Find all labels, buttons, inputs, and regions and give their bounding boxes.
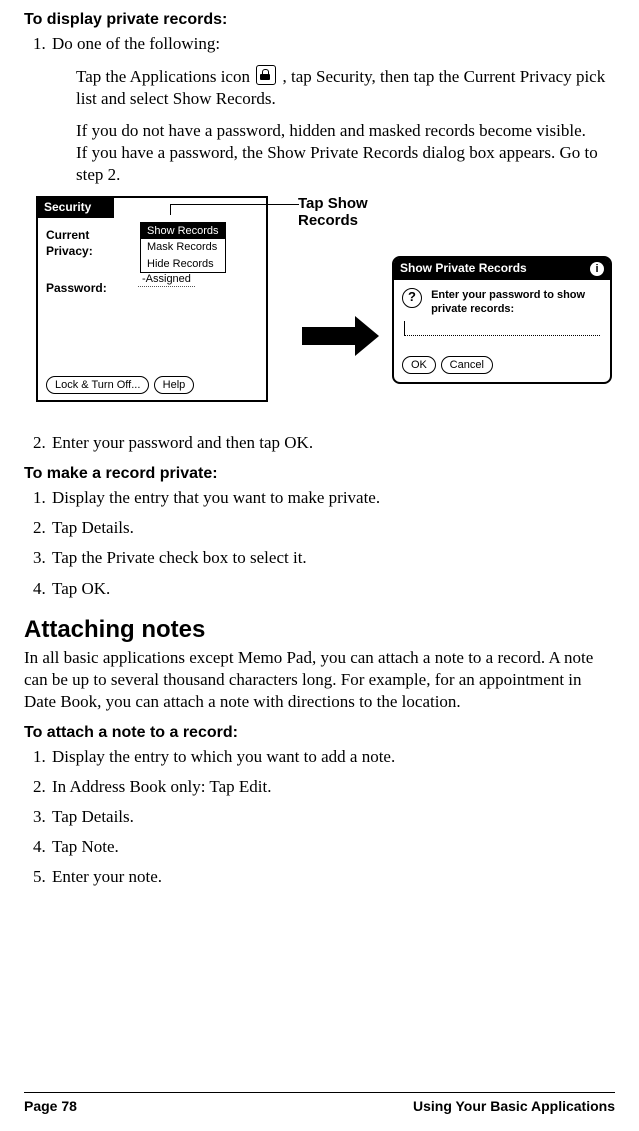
substep-1b: If you do not have a password, hidden an… [76,120,615,186]
callout-line1: Tap Show [298,196,368,213]
steps-make-private: Display the entry that you want to make … [24,487,615,599]
an-step-3: Tap Details. [50,806,615,828]
an-step-2: In Address Book only: Tap Edit. [50,776,615,798]
ok-button[interactable]: OK [402,356,436,374]
mp-step-4: Tap OK. [50,578,615,600]
figure: Security Current Privacy: Show Records M… [36,196,615,416]
password-value[interactable]: -Assigned [138,272,195,287]
step-2: Enter your password and then tap OK. [50,432,615,454]
an-step-1: Display the entry to which you want to a… [50,746,615,768]
picklist-mask[interactable]: Mask Records [141,239,225,255]
steps-display-private: Do one of the following: [24,33,615,55]
manual-page: To display private records: Do one of th… [0,0,639,1131]
mp-step-3: Tap the Private check box to select it. [50,547,615,569]
dialog-message: Enter your password to show private reco… [431,288,591,317]
privacy-picklist[interactable]: Show Records Mask Records Hide Records [140,222,226,273]
cancel-button[interactable]: Cancel [441,356,493,374]
heading-display-private: To display private records: [24,10,615,31]
footer-chapter: Using Your Basic Applications [413,1097,615,1115]
heading-attach-note: To attach a note to a record: [24,723,615,744]
dialog-title: Show Private Records [400,261,527,277]
applications-icon [256,65,276,85]
substep-1a: Tap the Applications icon , tap Security… [76,65,615,110]
heading-make-private: To make a record private: [24,464,615,485]
question-icon: ? [402,288,422,308]
arrow-icon [302,316,379,356]
show-private-records-dialog: Show Private Records i ? Enter your pass… [392,256,612,383]
attaching-notes-body: In all basic applications except Memo Pa… [24,647,615,713]
security-screen: Security Current Privacy: Show Records M… [36,196,268,402]
mp-step-1: Display the entry that you want to make … [50,487,615,509]
picklist-hide[interactable]: Hide Records [141,256,225,272]
lock-button[interactable]: Lock & Turn Off... [46,376,149,394]
step-1: Do one of the following: [50,33,615,55]
substep-1b-line1: If you do not have a password, hidden an… [76,120,615,142]
substep-1b-line2: If you have a password, the Show Private… [76,142,615,186]
mp-step-2: Tap Details. [50,517,615,539]
an-step-4: Tap Note. [50,836,615,858]
info-icon[interactable]: i [590,262,604,276]
security-title: Security [38,198,114,218]
picklist-show[interactable]: Show Records [141,223,225,239]
steps-attach-note: Display the entry to which you want to a… [24,746,615,888]
callout-line2: Records [298,213,368,230]
footer-page: Page 78 [24,1097,77,1115]
an-step-5: Enter your note. [50,866,615,888]
steps-display-private-cont: Enter your password and then tap OK. [24,432,615,454]
page-footer: Page 78 Using Your Basic Applications [24,1092,615,1115]
callout-leader-line [170,204,299,215]
substep-1a-text1: Tap the Applications icon [76,67,254,86]
help-button[interactable]: Help [154,376,195,394]
password-input[interactable] [404,323,600,336]
heading-attaching-notes: Attaching notes [24,614,615,645]
callout-text: Tap Show Records [298,196,368,229]
